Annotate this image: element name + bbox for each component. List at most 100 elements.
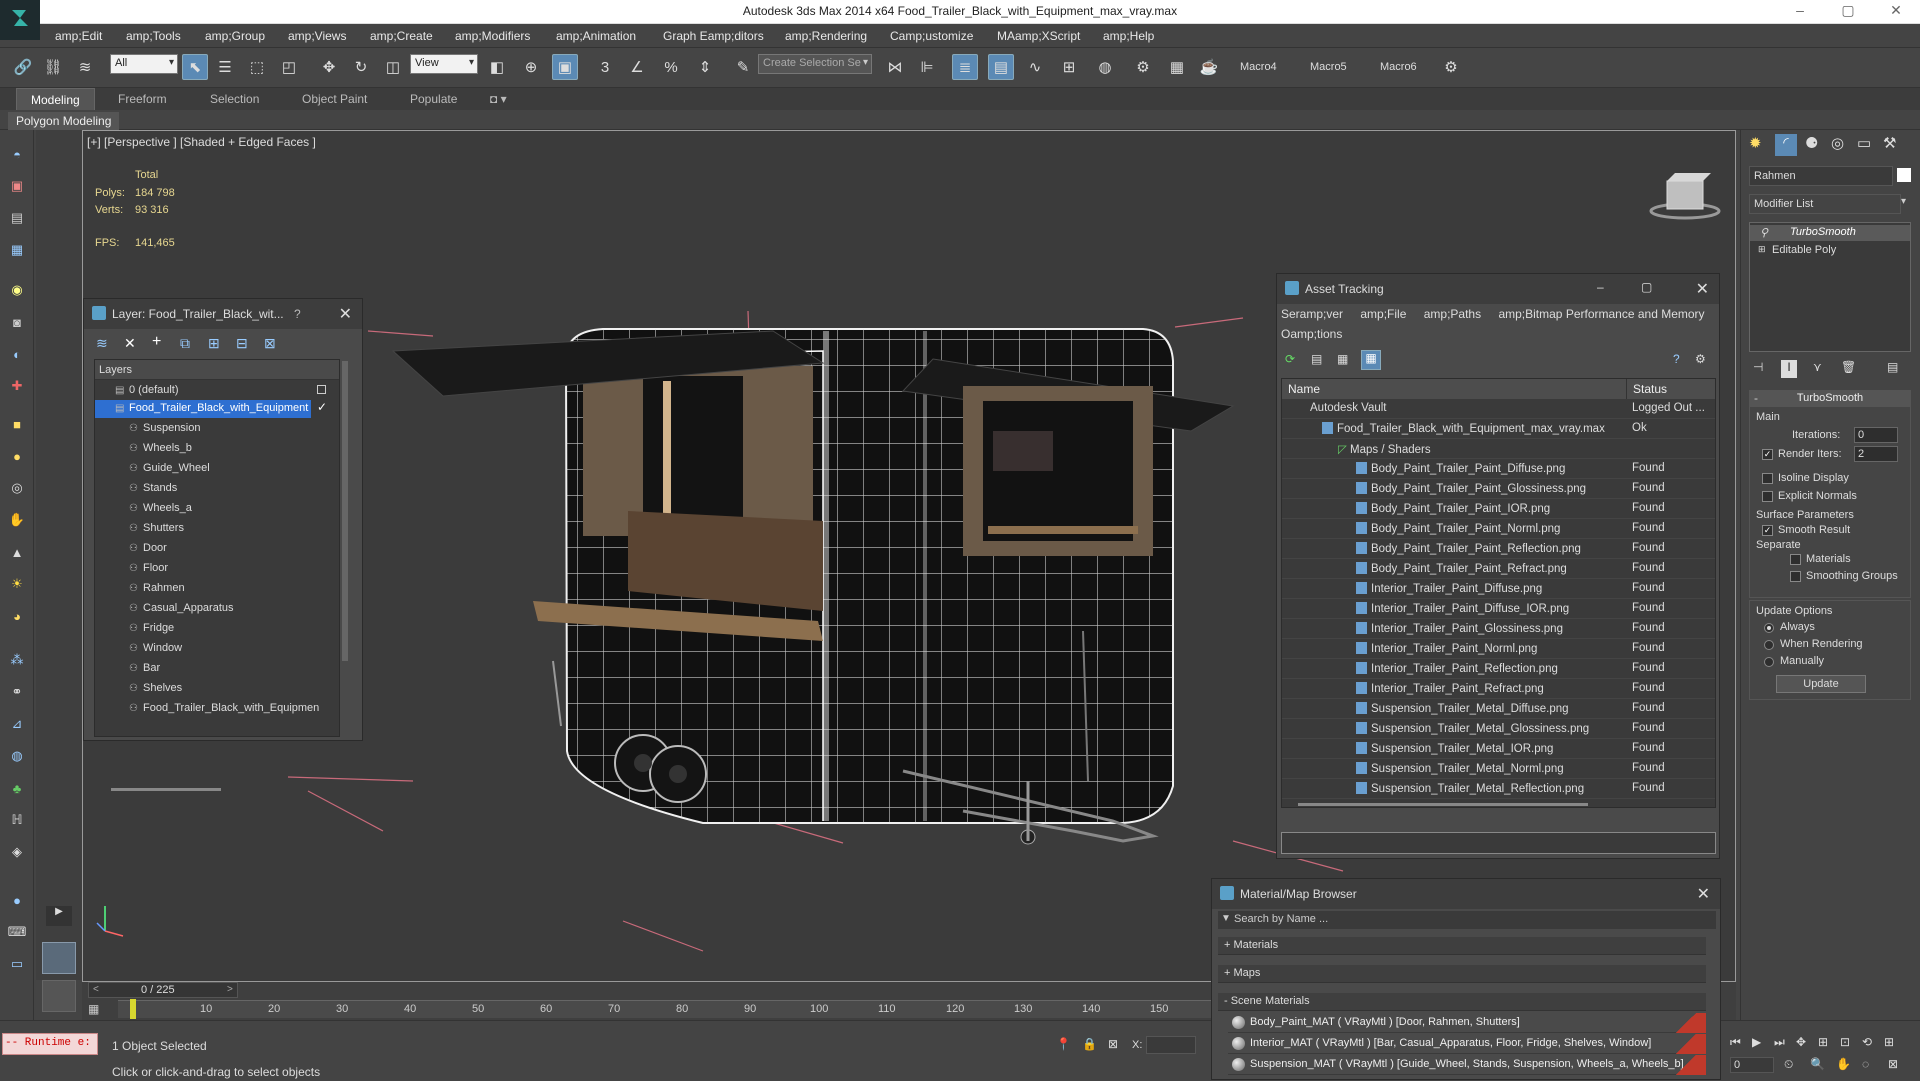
- asset-row[interactable]: Body_Paint_Trailer_Paint_Glossiness.png F…: [1282, 479, 1715, 499]
- settings-icon[interactable]: ⚙: [1695, 352, 1706, 366]
- bones-icon[interactable]: ⚭: [7, 682, 27, 702]
- percent-snap-icon[interactable]: %: [658, 54, 684, 80]
- lock-icon[interactable]: 🔒: [1082, 1037, 1097, 1051]
- help-icon[interactable]: ?: [1673, 352, 1680, 366]
- scene-explorer-icon[interactable]: ▤: [7, 208, 27, 228]
- expand-icon[interactable]: ⊞: [1758, 244, 1766, 255]
- remove-modifier-icon[interactable]: 🗑: [1841, 360, 1856, 374]
- add-layer-icon[interactable]: +: [152, 333, 161, 351]
- track-bar[interactable]: 10 20 30 40 50 60 70 80 90 100 110 120 1…: [118, 999, 1248, 1019]
- mat-panel-header[interactable]: Material/Map Browser ✕: [1212, 879, 1720, 909]
- asset-row[interactable]: ◸ Maps / Shaders: [1282, 439, 1715, 459]
- create-tab-icon[interactable]: ✹: [1749, 134, 1762, 152]
- update-rendering-radio[interactable]: [1764, 640, 1774, 650]
- asset-panel-header[interactable]: Asset Tracking – ▢ ✕: [1277, 274, 1719, 304]
- menu-animation[interactable]: amp;Animation: [556, 29, 636, 43]
- utilities-tab-icon[interactable]: ⚒: [1883, 134, 1896, 152]
- freeze-layer-icon[interactable]: ⊟: [236, 335, 248, 352]
- schematic-view-icon[interactable]: ⊞: [1056, 54, 1082, 80]
- layer-object-row[interactable]: ⚇ Food_Trailer_Black_with_Equipmen: [95, 700, 353, 718]
- material-row[interactable]: Interior_MAT ( VRayMtl ) [Bar, Casual_Ap…: [1228, 1034, 1706, 1054]
- layer-object-row[interactable]: ⚇ Stands: [95, 480, 211, 498]
- stack-item-editable-poly[interactable]: ⊞ Editable Poly: [1750, 243, 1910, 259]
- layers-column-header[interactable]: Layers: [95, 360, 339, 380]
- chevron-down-icon[interactable]: ▼: [1221, 913, 1231, 924]
- time-slider[interactable]: < 0 / 225 >: [88, 982, 238, 998]
- asset-row[interactable]: Body_Paint_Trailer_Paint_Norml.png Found: [1282, 519, 1715, 539]
- pin-stack-icon[interactable]: ⊣: [1753, 360, 1763, 374]
- pan-icon[interactable]: ✥: [1796, 1035, 1806, 1049]
- help-button[interactable]: ?: [294, 307, 301, 321]
- mat-search-input[interactable]: ▼ Search by Name ...: [1218, 911, 1716, 929]
- food-trailer-model[interactable]: [391, 328, 1235, 845]
- table-view-icon[interactable]: ▦: [1337, 352, 1348, 366]
- stack-item-turbosmooth[interactable]: ⚲ TurboSmooth: [1750, 225, 1910, 241]
- collapse-icon[interactable]: -: [1754, 391, 1758, 405]
- time-config-icon[interactable]: ⏲: [1784, 1057, 1793, 1072]
- hide-layer-icon[interactable]: ⊠: [264, 335, 276, 352]
- chevron-right-icon[interactable]: >: [227, 984, 233, 995]
- asset-row[interactable]: Body_Paint_Trailer_Paint_IOR.png Found: [1282, 499, 1715, 519]
- orbit-icon[interactable]: ⟲: [1862, 1035, 1872, 1049]
- grid-view-icon[interactable]: ▦: [1361, 350, 1381, 370]
- separate-materials-checkbox[interactable]: [1790, 554, 1801, 565]
- menu-tools[interactable]: amp;Tools: [126, 29, 181, 43]
- asset-row[interactable]: Body_Paint_Trailer_Paint_Reflection.png F…: [1282, 539, 1715, 559]
- utilities-icon[interactable]: ✚: [7, 376, 27, 396]
- tab-selection[interactable]: Selection: [210, 92, 259, 106]
- layer-row[interactable]: ▤ 0 (default): [95, 382, 339, 400]
- window-crossing-icon[interactable]: ◰: [276, 54, 302, 80]
- menu-maxscript[interactable]: MAamp;XScript: [997, 29, 1080, 43]
- absolute-mode-icon[interactable]: ⊠: [1108, 1037, 1118, 1051]
- cone-icon[interactable]: ▲: [7, 542, 27, 562]
- asset-row[interactable]: Interior_Trailer_Paint_Refract.png Found: [1282, 679, 1715, 699]
- hair-icon[interactable]: ℍ: [7, 810, 27, 830]
- menu-modifiers[interactable]: amp;Modifiers: [455, 29, 530, 43]
- track-bar-icon[interactable]: ▦: [88, 1002, 108, 1018]
- unlink-icon[interactable]: ⛓: [40, 54, 66, 80]
- move-icon[interactable]: ✥: [316, 54, 342, 80]
- display-icon[interactable]: ◐: [7, 344, 27, 364]
- close-window-button[interactable]: ✕: [1876, 2, 1916, 19]
- asset-row[interactable]: Suspension_Trailer_Metal_Reflection.png F…: [1282, 779, 1715, 799]
- menu-create[interactable]: amp;Create: [370, 29, 433, 43]
- maximize-viewport-icon[interactable]: ⊞: [1884, 1035, 1894, 1049]
- display-tab-icon[interactable]: ▭: [1857, 134, 1871, 152]
- hand-icon[interactable]: ✋: [7, 510, 27, 530]
- camera-icon[interactable]: ◙: [7, 312, 27, 332]
- refresh-icon[interactable]: ⟳: [1285, 352, 1295, 366]
- layer-object-row[interactable]: ⚇ Suspension: [95, 420, 235, 438]
- lightbulb-icon[interactable]: ⚲: [1760, 226, 1768, 239]
- viewcube[interactable]: [1649, 173, 1721, 220]
- layer-panel-header[interactable]: Layer: Food_Trailer_Black_wit... ? ✕: [84, 299, 362, 329]
- asset-row[interactable]: Suspension_Trailer_Metal_Diffuse.png Foun…: [1282, 699, 1715, 719]
- link-icon[interactable]: 🔗: [10, 54, 36, 80]
- asset-row[interactable]: Interior_Trailer_Paint_Glossiness.png Fou…: [1282, 619, 1715, 639]
- helper-icon[interactable]: ⊿: [7, 714, 27, 734]
- minimize-button[interactable]: –: [1780, 2, 1820, 18]
- particle-icon[interactable]: ⁂: [7, 650, 27, 670]
- section-materials[interactable]: + Materials: [1218, 937, 1706, 955]
- go-to-start-icon[interactable]: ⏮: [1730, 1035, 1741, 1050]
- tab-populate[interactable]: Populate: [410, 92, 457, 106]
- select-by-name-icon[interactable]: ☰: [212, 54, 238, 80]
- object-name-field[interactable]: Rahmen: [1749, 166, 1893, 186]
- zoom-extents-icon[interactable]: ⊞: [1818, 1035, 1828, 1049]
- layer-object-row[interactable]: ⚇ Rahmen: [95, 580, 219, 598]
- script-icon[interactable]: ⌨: [7, 922, 27, 942]
- hierarchy-tab-icon[interactable]: ⚈: [1805, 134, 1818, 152]
- teapot-icon[interactable]: ◓: [7, 144, 27, 164]
- vertical-scrollbar[interactable]: [342, 361, 348, 661]
- reference-coord-dropdown[interactable]: View ▾: [410, 54, 478, 74]
- maximize-icon[interactable]: ▢: [1641, 280, 1652, 294]
- menu-customize[interactable]: Camp;ustomize: [890, 29, 973, 43]
- asset-row[interactable]: Suspension_Trailer_Metal_Norml.png Found: [1282, 759, 1715, 779]
- layer-object-row[interactable]: ⚇ Window: [95, 640, 216, 658]
- rect-selection-icon[interactable]: ⬚: [244, 54, 270, 80]
- menu-graph-editors[interactable]: Graph Eamp;ditors: [663, 29, 764, 43]
- asset-row[interactable]: Interior_Trailer_Paint_Reflection.png Fou…: [1282, 659, 1715, 679]
- layer-object-row[interactable]: ⚇ Guide_Wheel: [95, 460, 244, 478]
- render-setup-icon[interactable]: ⚙: [1130, 54, 1156, 80]
- menu-help[interactable]: amp;Help: [1103, 29, 1154, 43]
- edit-named-selection-icon[interactable]: ✎: [730, 54, 756, 80]
